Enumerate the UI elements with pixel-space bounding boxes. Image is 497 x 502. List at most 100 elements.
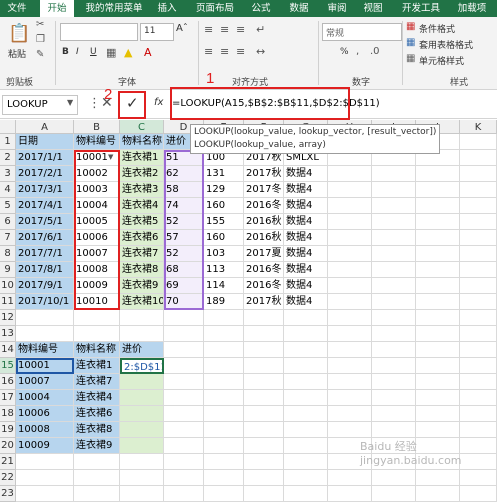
sheet-cell[interactable] — [460, 150, 497, 166]
sheet-cell[interactable] — [416, 310, 460, 326]
sheet-cell[interactable] — [416, 166, 460, 182]
table1-cell[interactable]: 2016冬 — [244, 198, 284, 214]
table2-header-cell[interactable]: 物料编号 — [16, 342, 74, 358]
sheet-cell[interactable] — [74, 310, 120, 326]
sheet-cell[interactable] — [372, 326, 416, 342]
sheet-cell[interactable] — [372, 166, 416, 182]
border-icon[interactable]: ▦ — [106, 46, 116, 59]
table2-cell[interactable]: 10001 — [16, 358, 74, 374]
table1-cell[interactable]: 连衣裙5 — [120, 214, 164, 230]
table1-cell[interactable]: 2017/9/1 — [16, 278, 74, 294]
sheet-cell[interactable] — [416, 230, 460, 246]
table1-cell[interactable]: 2017/7/1 — [16, 246, 74, 262]
sheet-cell[interactable] — [372, 470, 416, 486]
table1-cell[interactable]: 2017/10/1 — [16, 294, 74, 310]
table1-header-cell[interactable]: 物料名称 — [120, 134, 164, 150]
table1-cell[interactable]: 2016秋 — [244, 214, 284, 230]
table1-header-cell[interactable]: 日期 — [16, 134, 74, 150]
sheet-cell[interactable] — [328, 326, 372, 342]
sheet-cell[interactable] — [328, 198, 372, 214]
sheet-cell[interactable] — [284, 422, 328, 438]
table-format-button[interactable]: 套用表格格式 — [419, 38, 473, 51]
table1-cell[interactable]: 数据4 — [284, 294, 328, 310]
sheet-cell[interactable] — [372, 358, 416, 374]
table1-cell[interactable]: 连衣裙1 — [120, 150, 164, 166]
table2-cell[interactable]: 10007 — [16, 374, 74, 390]
row-header[interactable]: 13 — [0, 326, 16, 342]
table1-cell[interactable]: 10007 — [74, 246, 120, 262]
sheet-cell[interactable] — [164, 438, 204, 454]
table1-cell[interactable]: 68 — [164, 262, 204, 278]
column-header[interactable]: K — [460, 120, 497, 134]
sheet-cell[interactable] — [328, 294, 372, 310]
table1-cell[interactable]: 10004 — [74, 198, 120, 214]
table1-cell[interactable]: 2016秋 — [244, 230, 284, 246]
tab-data[interactable]: 数据 — [284, 0, 314, 17]
sheet-cell[interactable] — [164, 406, 204, 422]
sheet-cell[interactable] — [416, 214, 460, 230]
sheet-cell[interactable] — [204, 310, 244, 326]
row-header[interactable]: 11 — [0, 294, 16, 310]
cell-style-button[interactable]: 单元格样式 — [419, 54, 464, 67]
wrap-text-icon[interactable]: ↵ — [256, 23, 265, 36]
sheet-cell[interactable] — [204, 342, 244, 358]
tab-file[interactable]: 文件 — [2, 0, 32, 17]
merge-cells-icon[interactable]: ↔ — [256, 45, 265, 58]
table2-cell[interactable]: 连衣裙1 — [74, 358, 120, 374]
sheet-cell[interactable] — [372, 390, 416, 406]
sheet-cell[interactable] — [460, 246, 497, 262]
sheet-cell[interactable] — [460, 326, 497, 342]
table2-cell[interactable]: 连衣裙8 — [74, 422, 120, 438]
sheet-cell[interactable] — [328, 422, 372, 438]
sheet-cell[interactable] — [16, 310, 74, 326]
sheet-cell[interactable] — [244, 390, 284, 406]
sheet-cell[interactable] — [244, 422, 284, 438]
table1-cell[interactable]: 52 — [164, 214, 204, 230]
underline-button[interactable]: U — [90, 47, 97, 57]
sheet-cell[interactable] — [16, 470, 74, 486]
table1-cell[interactable]: 155 — [204, 214, 244, 230]
table1-cell[interactable]: 113 — [204, 262, 244, 278]
row-header[interactable]: 22 — [0, 470, 16, 486]
table1-cell[interactable]: 2017/8/1 — [16, 262, 74, 278]
sheet-cell[interactable] — [416, 246, 460, 262]
column-header[interactable]: A — [16, 120, 74, 134]
sheet-cell[interactable] — [164, 358, 204, 374]
insert-function-button[interactable]: fx — [154, 97, 163, 108]
tab-page-layout[interactable]: 页面布局 — [190, 0, 240, 17]
sheet-cell[interactable] — [16, 326, 74, 342]
align-middle-icon[interactable]: ≡ — [220, 23, 229, 36]
row-header[interactable]: 15 — [0, 358, 16, 374]
row-header[interactable]: 3 — [0, 166, 16, 182]
sheet-cell[interactable] — [164, 486, 204, 502]
sheet-cell[interactable] — [416, 390, 460, 406]
table1-cell[interactable]: 连衣裙10 — [120, 294, 164, 310]
row-header[interactable]: 7 — [0, 230, 16, 246]
table1-cell[interactable]: 62 — [164, 166, 204, 182]
row-header[interactable]: 5 — [0, 198, 16, 214]
table1-cell[interactable]: 2016冬 — [244, 262, 284, 278]
row-header[interactable]: 1 — [0, 134, 16, 150]
sheet-cell[interactable] — [328, 278, 372, 294]
sheet-cell[interactable] — [204, 470, 244, 486]
row-header[interactable]: 8 — [0, 246, 16, 262]
sheet-cell[interactable] — [328, 470, 372, 486]
table2-cell[interactable] — [120, 438, 164, 454]
format-painter-icon[interactable]: ✎ — [36, 49, 44, 60]
sheet-cell[interactable] — [372, 214, 416, 230]
row-header[interactable]: 21 — [0, 454, 16, 470]
table1-cell[interactable]: 10009 — [74, 278, 120, 294]
sheet-cell[interactable] — [372, 422, 416, 438]
sheet-cell[interactable] — [284, 486, 328, 502]
table1-cell[interactable]: 189 — [204, 294, 244, 310]
sheet-cell[interactable] — [416, 294, 460, 310]
table2-cell[interactable] — [120, 390, 164, 406]
table1-cell[interactable]: 10010 — [74, 294, 120, 310]
sheet-cell[interactable] — [328, 486, 372, 502]
sheet-cell[interactable] — [372, 182, 416, 198]
table1-cell[interactable]: 数据4 — [284, 166, 328, 182]
table1-cell[interactable]: 2017秋 — [244, 166, 284, 182]
sheet-cell[interactable] — [460, 310, 497, 326]
sheet-cell[interactable] — [460, 422, 497, 438]
table2-cell[interactable] — [120, 374, 164, 390]
